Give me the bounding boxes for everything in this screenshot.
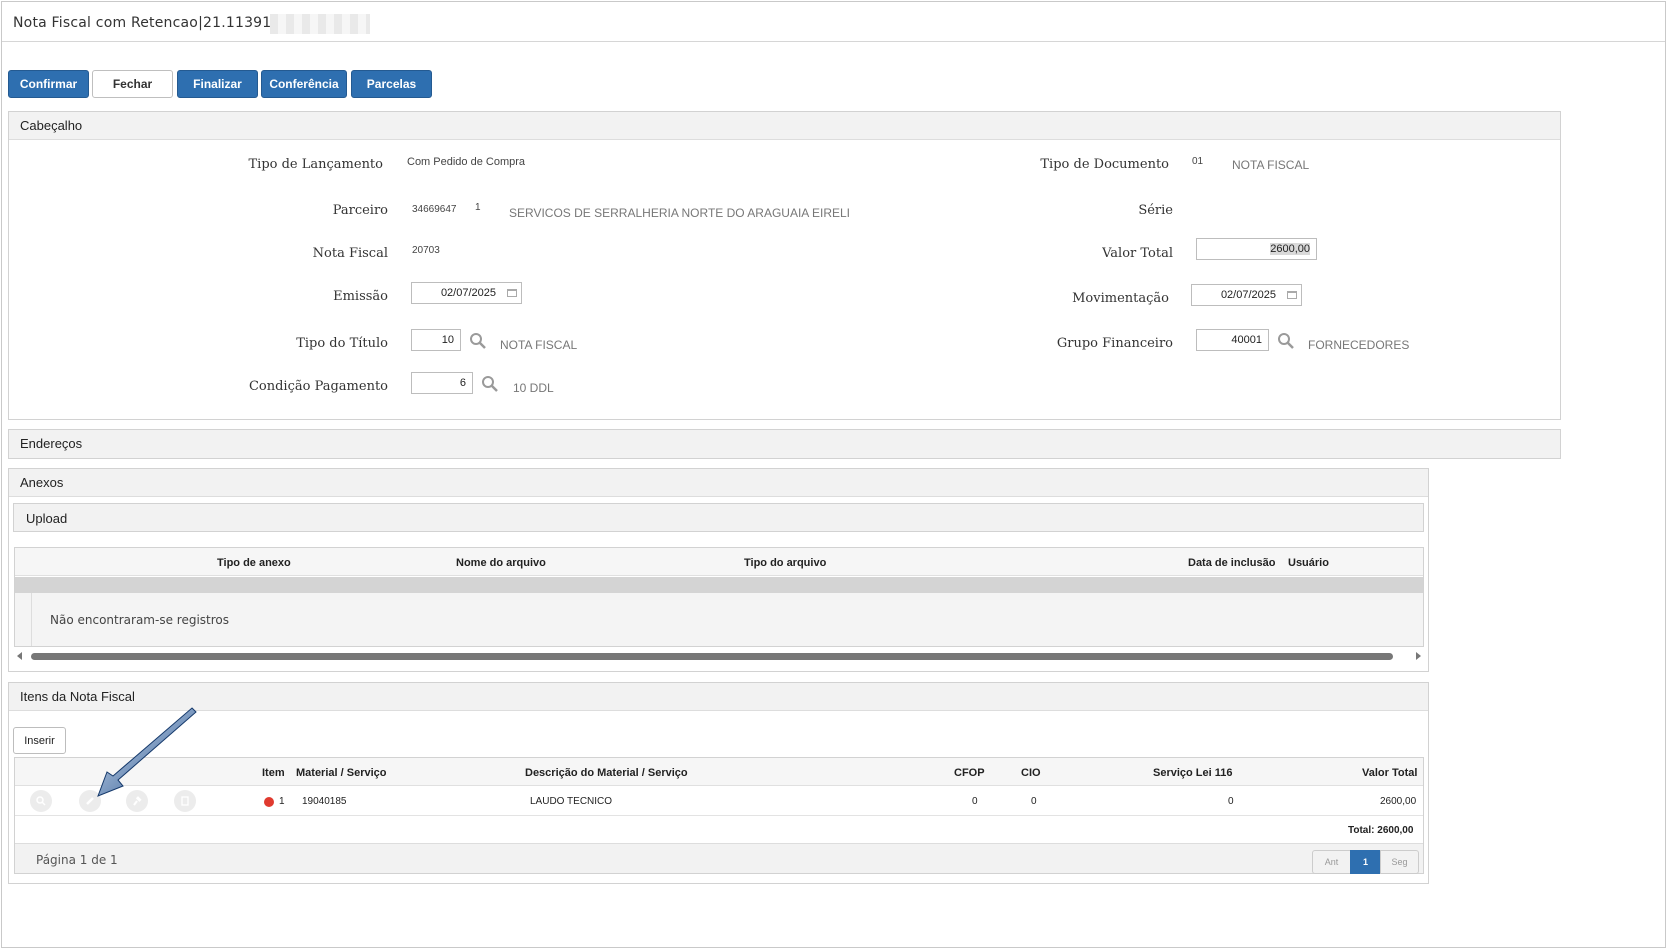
status-dot [264,797,274,807]
confirmar-button[interactable]: Confirmar [8,70,89,98]
enderecos-title: Endereços [20,436,83,451]
valor-total-input[interactable]: 2600,00 [1196,238,1317,260]
tipo-titulo-desc: NOTA FISCAL [500,338,578,352]
row-descricao: LAUDO TECNICO [530,796,613,807]
col-descricao[interactable]: Descrição do Material / Serviço [525,767,688,779]
col-data-inclusao[interactable]: Data de inclusão [1188,557,1275,569]
tipo-documento-code: 01 [1192,156,1204,167]
row-servico: 0 [1228,796,1234,807]
col-cfop[interactable]: CFOP [954,767,985,779]
tipo-documento-label: Tipo de Documento [1040,157,1169,172]
col-nome-arquivo[interactable]: Nome do arquivo [456,557,546,569]
condicao-pagamento-desc: 10 DDL [513,381,554,395]
pager-current[interactable]: 1 [1350,850,1381,874]
emissao-date-input[interactable]: 02/07/2025 [411,282,503,304]
row-cio: 0 [1031,796,1037,807]
col-servico-lei-116[interactable]: Serviço Lei 116 [1153,767,1233,779]
tipo-lancamento-label: Tipo de Lançamento [248,157,384,172]
valor-total-value: 2600,00 [1270,243,1310,255]
tipo-titulo-label: Tipo do Título [296,336,388,351]
row-cfop: 0 [972,796,978,807]
col-item[interactable]: Item [262,767,285,779]
anexos-scrollbar[interactable] [16,650,1422,662]
conferencia-button[interactable]: Conferência [261,70,347,98]
parceiro-label: Parceiro [332,203,388,218]
redacted-text [270,14,370,34]
anexos-empty-message: Não encontraram-se registros [50,613,229,627]
cabecalho-title: Cabeçalho [20,118,83,133]
serie-label: Série [1138,203,1173,218]
emissao-label: Emissão [333,289,388,304]
annotation-arrow [97,707,197,797]
col-cio[interactable]: CIO [1021,767,1041,779]
finalizar-button[interactable]: Finalizar [177,70,258,98]
tipo-titulo-search-icon[interactable] [469,332,487,350]
row-valor: 2600,00 [1380,796,1417,807]
itens-header[interactable]: Itens da Nota Fiscal [9,683,1428,711]
condicao-pagamento-label: Condição Pagamento [248,379,388,394]
view-icon[interactable] [30,790,52,812]
emissao-calendar-icon[interactable] [502,282,522,304]
upload-panel[interactable]: Upload [13,503,1424,532]
row-material: 19040185 [302,796,347,807]
grupo-financeiro-label: Grupo Financeiro [1056,336,1173,351]
anexos-title: Anexos [20,475,64,490]
window-frame: Nota Fiscal com Retencao|21.113913| Conf… [1,1,1666,948]
row-item: 1 [279,796,285,807]
grupo-financeiro-search-icon[interactable] [1277,332,1295,350]
parceiro-name: SERVICOS DE SERRALHERIA NORTE DO ARAGUAI… [509,206,850,220]
col-material[interactable]: Material / Serviço [296,767,387,779]
itens-table-footer [15,843,1423,873]
col-valor-total[interactable]: Valor Total [1362,767,1417,779]
upload-title: Upload [26,511,68,526]
scrollbar-thumb[interactable] [31,653,1393,660]
enderecos-panel[interactable]: Endereços [8,429,1561,459]
col-usuario[interactable]: Usuário [1288,557,1329,569]
tipo-titulo-input[interactable]: 10 [411,329,461,351]
condicao-pagamento-search-icon[interactable] [481,375,499,393]
grupo-financeiro-desc: FORNECEDORES [1308,338,1410,352]
cabecalho-panel: Cabeçalho [8,111,1561,420]
nota-fiscal-value: 20703 [412,245,440,256]
anexos-table-filter-row [15,577,1423,593]
tipo-lancamento-value: Com Pedido de Compra [407,156,526,168]
scroll-right-icon[interactable] [1416,652,1421,660]
cabecalho-header[interactable]: Cabeçalho [9,112,1560,140]
pagination-info: Página 1 de 1 [36,853,118,867]
enderecos-header[interactable]: Endereços [9,430,1560,458]
parcelas-button[interactable]: Parcelas [351,70,432,98]
condicao-pagamento-input[interactable]: 6 [411,372,473,394]
anexos-table-divider [31,593,32,646]
anexos-header[interactable]: Anexos [9,469,1428,497]
fechar-button[interactable]: Fechar [92,70,173,98]
parceiro-seq: 1 [475,202,481,213]
itens-total: Total: 2600,00 [1348,825,1414,836]
col-tipo-anexo[interactable]: Tipo de anexo [217,557,291,569]
pager-next[interactable]: Seg [1380,850,1419,874]
inserir-button[interactable]: Inserir [13,727,66,754]
window-title: Nota Fiscal com Retencao|21.113913| [13,15,286,31]
parceiro-code: 34669647 [412,204,457,215]
movimentacao-date-input[interactable]: 02/07/2025 [1191,284,1283,306]
col-tipo-arquivo[interactable]: Tipo do arquivo [744,557,826,569]
scroll-left-icon[interactable] [17,652,22,660]
movimentacao-calendar-icon[interactable] [1282,284,1302,306]
pager-prev[interactable]: Ant [1312,850,1351,874]
title-bar: Nota Fiscal com Retencao|21.113913| [2,2,1665,42]
grupo-financeiro-input[interactable]: 40001 [1196,329,1269,351]
movimentacao-label: Movimentação [1072,291,1169,306]
tipo-documento-desc: NOTA FISCAL [1232,158,1310,172]
nota-fiscal-label: Nota Fiscal [312,246,388,261]
itens-row-divider [15,815,1423,816]
valor-total-label: Valor Total [1102,246,1173,261]
